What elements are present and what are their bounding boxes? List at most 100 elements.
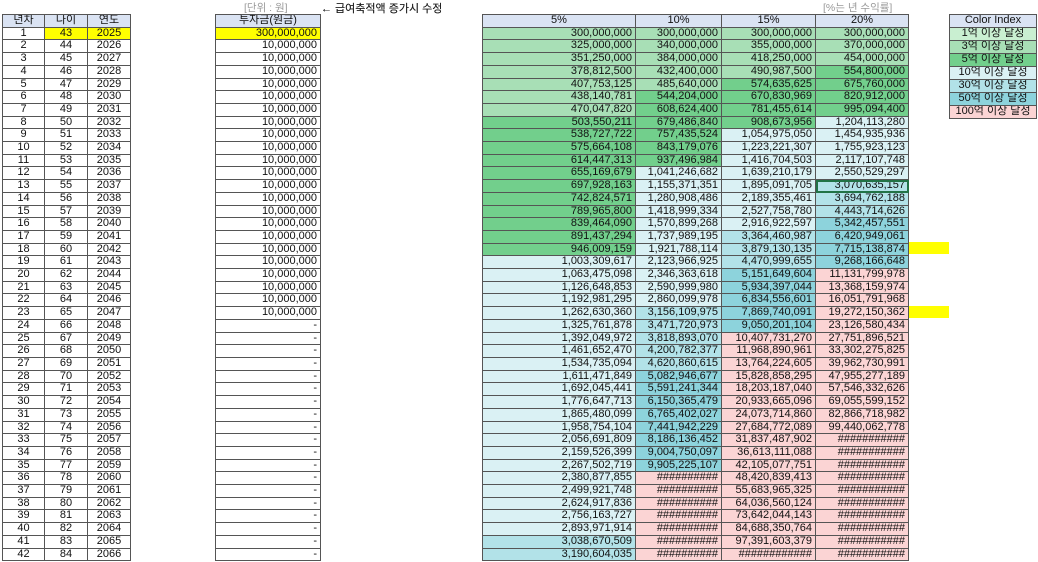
age-cell[interactable]: 78 [45, 472, 88, 486]
year-index-cell[interactable]: 42 [3, 548, 45, 562]
balance-cell[interactable]: 84,688,350,764 [722, 523, 816, 536]
investment-cell[interactable]: 10,000,000 [216, 218, 321, 231]
balance-cell[interactable]: 1,280,908,486 [636, 192, 722, 206]
investment-cell[interactable]: 10,000,000 [216, 205, 321, 219]
investment-cell[interactable]: - [216, 446, 321, 460]
investment-cell[interactable]: - [216, 535, 321, 549]
balance-cell[interactable]: 2,860,099,978 [636, 294, 722, 308]
balance-cell[interactable]: 2,117,107,748 [816, 154, 909, 168]
year-index-cell[interactable]: 24 [3, 319, 45, 333]
balance-cell[interactable]: 1,921,788,114 [636, 243, 722, 257]
balance-cell[interactable]: 697,928,163 [483, 180, 636, 193]
balance-cell[interactable]: 9,004,750,097 [636, 446, 722, 460]
year-index-cell[interactable]: 3 [3, 53, 45, 66]
balance-cell[interactable]: 82,866,718,982 [816, 408, 909, 422]
age-cell[interactable]: 55 [45, 180, 88, 193]
investment-cell[interactable]: 10,000,000 [216, 180, 321, 193]
balance-cell[interactable]: 27,684,772,089 [722, 421, 816, 435]
balance-cell[interactable]: 1,611,471,849 [483, 370, 636, 384]
calendar-year-cell[interactable]: 2063 [88, 510, 131, 524]
balance-cell[interactable]: 6,150,365,479 [636, 396, 722, 409]
age-cell[interactable]: 54 [45, 167, 88, 181]
balance-cell[interactable]: 1,958,754,104 [483, 421, 636, 435]
age-cell[interactable]: 52 [45, 142, 88, 155]
balance-cell[interactable]: 937,496,984 [636, 154, 722, 168]
balance-cell[interactable]: 4,470,999,655 [722, 256, 816, 270]
balance-cell[interactable]: 48,420,839,413 [722, 472, 816, 486]
age-cell[interactable]: 67 [45, 332, 88, 346]
investment-cell[interactable]: 10,000,000 [216, 281, 321, 295]
balance-cell[interactable]: ############ [722, 548, 816, 562]
year-index-cell[interactable]: 38 [3, 497, 45, 511]
balance-cell[interactable]: 1,755,923,123 [816, 142, 909, 155]
age-cell[interactable]: 80 [45, 497, 88, 511]
investment-cell[interactable]: 10,000,000 [216, 91, 321, 104]
investment-cell[interactable]: 10,000,000 [216, 307, 321, 320]
year-index-cell[interactable]: 1 [3, 27, 45, 41]
investment-cell[interactable]: 10,000,000 [216, 129, 321, 143]
balance-cell[interactable]: 2,590,999,980 [636, 281, 722, 295]
year-index-cell[interactable]: 7 [3, 103, 45, 117]
calendar-year-cell[interactable]: 2038 [88, 192, 131, 206]
balance-cell[interactable]: 23,126,580,434 [816, 319, 909, 333]
balance-cell[interactable]: 1,192,981,295 [483, 294, 636, 308]
investment-cell[interactable]: 10,000,000 [216, 154, 321, 168]
balance-cell[interactable]: 679,486,840 [636, 116, 722, 130]
balance-cell[interactable]: ########### [816, 434, 909, 447]
balance-cell[interactable]: 39,962,730,991 [816, 357, 909, 371]
balance-cell[interactable]: 554,800,000 [816, 65, 909, 79]
balance-cell[interactable]: 11,131,799,978 [816, 269, 909, 282]
balance-cell[interactable]: 2,756,163,727 [483, 510, 636, 524]
calendar-year-cell[interactable]: 2036 [88, 167, 131, 181]
age-cell[interactable]: 51 [45, 129, 88, 143]
balance-cell[interactable]: 2,893,971,914 [483, 523, 636, 536]
balance-cell[interactable]: 6,834,556,601 [722, 294, 816, 308]
balance-cell[interactable]: 1,126,648,853 [483, 281, 636, 295]
calendar-year-cell[interactable]: 2035 [88, 154, 131, 168]
balance-cell[interactable]: 1,416,704,503 [722, 154, 816, 168]
age-cell[interactable]: 59 [45, 230, 88, 244]
balance-cell[interactable]: 300,000,000 [722, 27, 816, 41]
balance-cell[interactable]: 538,727,722 [483, 129, 636, 143]
balance-cell[interactable]: 3,364,460,987 [722, 230, 816, 244]
investment-cell[interactable]: - [216, 370, 321, 384]
year-index-cell[interactable]: 31 [3, 408, 45, 422]
balance-cell[interactable]: 742,824,571 [483, 192, 636, 206]
balance-cell[interactable]: 891,437,294 [483, 230, 636, 244]
year-index-cell[interactable]: 14 [3, 192, 45, 206]
calendar-year-cell[interactable]: 2047 [88, 307, 131, 320]
balance-cell[interactable]: ########### [816, 446, 909, 460]
balance-cell[interactable]: 2,189,355,461 [722, 192, 816, 206]
calendar-year-cell[interactable]: 2061 [88, 485, 131, 498]
balance-cell[interactable]: 1,454,935,936 [816, 129, 909, 143]
investment-cell[interactable]: 10,000,000 [216, 167, 321, 181]
age-cell[interactable]: 53 [45, 154, 88, 168]
balance-cell[interactable]: ########### [816, 459, 909, 473]
year-index-cell[interactable]: 20 [3, 269, 45, 282]
balance-cell[interactable]: 5,342,457,551 [816, 218, 909, 231]
balance-cell[interactable]: 19,272,150,362 [816, 307, 909, 320]
calendar-year-cell[interactable]: 2028 [88, 65, 131, 79]
balance-cell[interactable]: 73,642,044,143 [722, 510, 816, 524]
balance-cell[interactable]: 757,435,524 [636, 129, 722, 143]
balance-cell[interactable]: 789,965,800 [483, 205, 636, 219]
age-cell[interactable]: 71 [45, 383, 88, 397]
balance-cell[interactable]: 10,407,731,270 [722, 332, 816, 346]
balance-cell[interactable]: 908,673,956 [722, 116, 816, 130]
balance-cell[interactable]: 47,955,277,189 [816, 370, 909, 384]
balance-cell[interactable]: 1,204,113,280 [816, 116, 909, 130]
calendar-year-cell[interactable]: 2051 [88, 357, 131, 371]
calendar-year-cell[interactable]: 2049 [88, 332, 131, 346]
balance-cell[interactable]: 485,640,000 [636, 78, 722, 92]
age-cell[interactable]: 74 [45, 421, 88, 435]
calendar-year-cell[interactable]: 2031 [88, 103, 131, 117]
age-cell[interactable]: 65 [45, 307, 88, 320]
balance-cell[interactable]: 20,933,665,096 [722, 396, 816, 409]
calendar-year-cell[interactable]: 2037 [88, 180, 131, 193]
balance-cell[interactable]: ########## [636, 523, 722, 536]
balance-cell[interactable]: 454,000,000 [816, 53, 909, 66]
balance-cell[interactable]: 4,620,860,615 [636, 357, 722, 371]
investment-cell[interactable]: - [216, 497, 321, 511]
balance-cell[interactable]: 995,094,400 [816, 103, 909, 117]
balance-cell[interactable]: 2,499,921,748 [483, 485, 636, 498]
